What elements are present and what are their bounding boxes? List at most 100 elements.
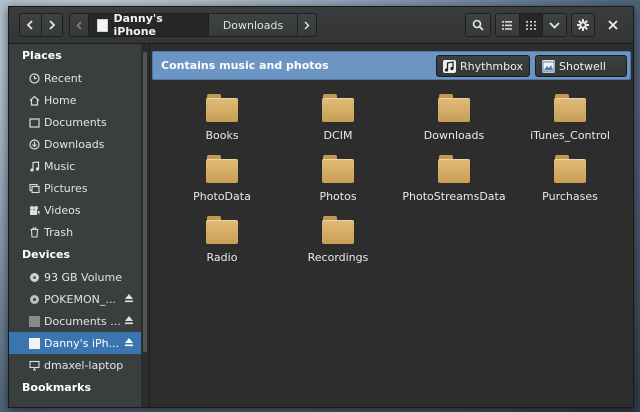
breadcrumb-device-label: Danny's iPhone	[113, 12, 163, 38]
bookmarks-heading: Bookmarks	[22, 381, 91, 394]
sidebar-item-label: 93 GB Volume	[44, 270, 122, 284]
folder-name: Radio	[206, 251, 238, 264]
sidebar-item-label: dmaxel-laptop	[44, 358, 124, 372]
folder-item[interactable]: Books	[167, 92, 277, 148]
devices-heading: Devices	[22, 248, 71, 261]
sidebar-item-label: Downloads	[44, 137, 105, 151]
folder-name: PhotoData	[193, 190, 251, 203]
list-view-button[interactable]	[496, 14, 519, 36]
sidebar-item-93gb-volume[interactable]: 93 GB Volume	[9, 266, 141, 288]
chevron-right-icon	[304, 21, 310, 29]
sidebar-item-documents-drive[interactable]: Documents ...	[9, 310, 141, 332]
shotwell-icon	[542, 59, 555, 73]
eject-icon[interactable]	[124, 315, 134, 328]
sidebar-scrollbar[interactable]	[141, 44, 150, 407]
harddisk-icon	[28, 271, 40, 283]
sidebar-item-pictures[interactable]: Pictures	[9, 177, 141, 199]
sidebar-item-label: Music	[44, 159, 76, 173]
sidebar-item-label: Home	[44, 93, 77, 107]
sidebar-item-label: POKEMON_...	[44, 292, 116, 306]
folder-name: Downloads	[423, 129, 485, 142]
info-bar-message: Contains music and photos	[161, 59, 329, 72]
open-rhythmbox-button[interactable]: Rhythmbox	[436, 55, 530, 77]
back-button[interactable]	[20, 14, 41, 36]
view-switcher	[495, 13, 567, 37]
open-shotwell-button[interactable]: Shotwell	[535, 55, 627, 77]
view-options-button[interactable]	[542, 14, 566, 36]
close-icon	[608, 20, 618, 30]
path-scroll-right-button[interactable]	[297, 14, 316, 36]
list-icon	[502, 20, 513, 30]
info-bar: Contains music and photos Rhythmbox Shot…	[152, 51, 631, 80]
folder-item[interactable]: DCIM	[283, 92, 393, 148]
path-bar: Danny's iPhone Downloads	[69, 12, 317, 38]
sidebar-item-downloads[interactable]: Downloads	[9, 133, 141, 155]
folder-name: Books	[205, 129, 239, 142]
picture-icon	[28, 182, 40, 194]
folder-item[interactable]: Purchases	[515, 153, 625, 209]
path-scroll-left-button[interactable]	[70, 14, 89, 36]
chevron-left-icon	[76, 21, 82, 29]
sidebar-item-label: Documents	[44, 115, 107, 129]
sidebar-item-label: Documents ...	[44, 314, 121, 328]
navigation-buttons	[19, 13, 63, 37]
sidebar-item-music[interactable]: Music	[9, 155, 141, 177]
rhythmbox-label: Rhythmbox	[460, 59, 524, 73]
folder-item[interactable]: iTunes_Control	[515, 92, 625, 148]
breadcrumb-folder[interactable]: Downloads	[209, 14, 297, 36]
breadcrumb-device[interactable]: Danny's iPhone	[88, 12, 209, 38]
eject-icon[interactable]	[124, 293, 134, 306]
folder-icon	[322, 155, 354, 183]
clock-icon	[28, 72, 40, 84]
sidebar-item-pokemon[interactable]: POKEMON_...	[9, 288, 141, 310]
computer-icon	[28, 359, 40, 371]
sidebar-item-videos[interactable]: Videos	[9, 199, 141, 221]
folder-name: DCIM	[323, 129, 353, 142]
sidebar-item-label: Trash	[44, 225, 74, 239]
grid-view-button[interactable]	[518, 14, 543, 36]
forward-button[interactable]	[40, 14, 63, 36]
search-button[interactable]	[465, 13, 491, 37]
file-view: Contains music and photos Rhythmbox Shot…	[150, 44, 633, 407]
folder-item[interactable]: Downloads	[399, 92, 509, 148]
chevron-right-icon	[49, 20, 56, 30]
sidebar-item-dmaxel-laptop[interactable]: dmaxel-laptop	[9, 354, 141, 376]
folder-name: iTunes_Control	[530, 129, 610, 142]
folder-icon	[554, 94, 586, 122]
settings-menu-button[interactable]	[571, 13, 595, 37]
sidebar-item-documents[interactable]: Documents	[9, 111, 141, 133]
folder-item[interactable]: Recordings	[283, 214, 393, 270]
phone-icon	[96, 18, 109, 32]
sidebar-item-label: Recent	[44, 71, 83, 85]
search-icon	[472, 19, 484, 31]
eject-icon[interactable]	[124, 337, 134, 350]
folder-item[interactable]: Photos	[283, 153, 393, 209]
gear-icon	[577, 19, 589, 31]
folder-icon	[438, 155, 470, 183]
sidebar-item-iphone[interactable]: Danny's iPh...	[9, 332, 141, 354]
phone-icon	[28, 337, 40, 349]
grid-icon	[526, 20, 536, 30]
folder-icon	[206, 94, 238, 122]
sidebar-item-label: Danny's iPh...	[44, 336, 120, 350]
folder-name: PhotoStreamsData	[402, 190, 506, 203]
trash-icon	[28, 226, 40, 238]
folder-icon	[322, 94, 354, 122]
shotwell-label: Shotwell	[559, 59, 606, 73]
folder-icon	[28, 116, 40, 128]
folder-name: Purchases	[542, 190, 598, 203]
sidebar-item-home[interactable]: Home	[9, 89, 141, 111]
sidebar-scrollbar-thumb[interactable]	[143, 52, 147, 352]
sidebar-item-label: Pictures	[44, 181, 88, 195]
folder-item[interactable]: PhotoData	[167, 153, 277, 209]
close-window-button[interactable]	[601, 13, 625, 37]
music-note-icon	[28, 160, 40, 172]
sidebar: Places Recent Home Documents Downloads M…	[9, 44, 142, 407]
folder-item[interactable]: PhotoStreamsData	[399, 153, 509, 209]
file-manager-window: Danny's iPhone Downloads Places Recent H…	[8, 6, 634, 408]
folder-item[interactable]: Radio	[167, 214, 277, 270]
sidebar-item-trash[interactable]: Trash	[9, 221, 141, 243]
home-icon	[28, 94, 40, 106]
folder-icon	[206, 155, 238, 183]
sidebar-item-recent[interactable]: Recent	[9, 67, 141, 89]
